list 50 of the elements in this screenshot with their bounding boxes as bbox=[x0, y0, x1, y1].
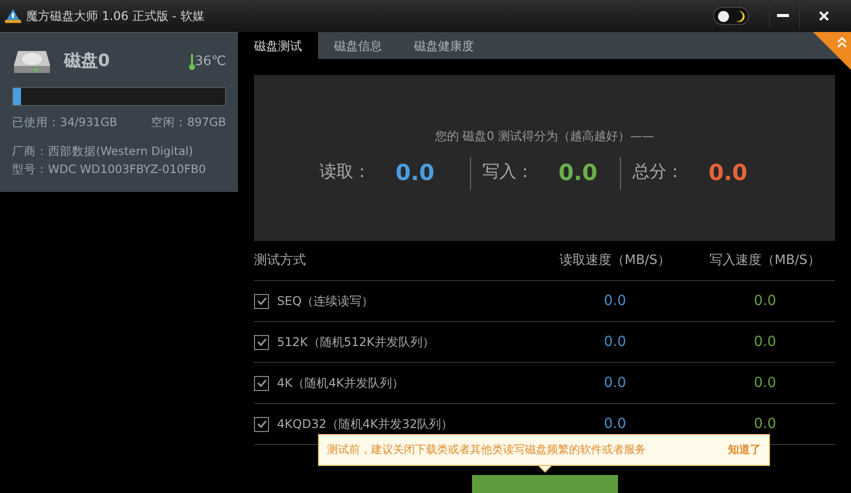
used-space: 已使用：34/931GB bbox=[12, 114, 118, 131]
temperature: 36℃ bbox=[194, 53, 226, 72]
model: 型号：WDC WD1003FBYZ-010FB0 bbox=[12, 160, 207, 178]
write-speed: 0.0 bbox=[752, 332, 778, 352]
tab[interactable]: 磁盘测试 bbox=[238, 32, 318, 59]
tip-message: 测试前，建议关闭下载类或者其他类读写磁盘频繁的软件或者服务 bbox=[327, 442, 646, 458]
check-icon bbox=[256, 379, 266, 387]
column-header: 读取速度（MB/S） bbox=[558, 252, 672, 270]
read-speed: 0.0 bbox=[602, 292, 628, 310]
disk-name: 磁盘0 bbox=[64, 50, 110, 74]
close-icon bbox=[818, 11, 828, 21]
check-icon bbox=[256, 297, 266, 305]
checkbox[interactable] bbox=[254, 376, 269, 390]
check-icon bbox=[256, 338, 266, 346]
test-mode: SEQ（连续读写） bbox=[277, 293, 375, 310]
write-speed: 0.0 bbox=[752, 414, 778, 434]
thermometer-icon bbox=[188, 54, 195, 70]
checkbox[interactable] bbox=[254, 294, 269, 308]
test-mode: 512K（随机512K并发队列） bbox=[277, 334, 436, 351]
tab[interactable]: 磁盘健康度 bbox=[398, 32, 490, 59]
score-label: 写入： bbox=[482, 161, 534, 184]
score-caption: 您的 磁盘0 测试得分为（越高越好）—— bbox=[434, 128, 654, 144]
column-header: 测试方式 bbox=[254, 252, 307, 270]
minimize-icon bbox=[776, 14, 788, 18]
score-label: 读取： bbox=[320, 161, 372, 184]
theme-toggle[interactable] bbox=[713, 7, 749, 25]
app-logo-icon bbox=[4, 8, 22, 24]
write-speed: 0.0 bbox=[752, 374, 778, 392]
write-speed: 0.0 bbox=[752, 292, 778, 310]
collapse-corner-icon bbox=[813, 32, 851, 70]
score-value: 0.0 bbox=[396, 160, 434, 188]
check-icon bbox=[256, 420, 266, 428]
hard-drive-icon bbox=[12, 49, 52, 75]
vendor: 厂商：西部数据(Western Digital) bbox=[12, 143, 194, 160]
window-title: 魔方磁盘大师 1.06 正式版 - 软媒 bbox=[26, 8, 204, 25]
test-mode: 4KQD32（随机4K并发32队列） bbox=[277, 416, 454, 433]
read-speed: 0.0 bbox=[602, 374, 628, 392]
read-speed: 0.0 bbox=[602, 332, 628, 352]
score-value: 0.0 bbox=[708, 160, 748, 188]
tab[interactable]: 磁盘信息 bbox=[318, 32, 398, 59]
free-space: 空闲：897GB bbox=[151, 114, 226, 131]
score-label: 总分： bbox=[632, 161, 684, 184]
checkbox[interactable] bbox=[254, 416, 269, 432]
score-value: 0.0 bbox=[558, 160, 598, 188]
moon-icon bbox=[736, 10, 744, 22]
checkbox[interactable] bbox=[254, 334, 269, 350]
column-header: 写入速度（MB/S） bbox=[708, 252, 822, 270]
test-mode: 4K（随机4K并发队列） bbox=[277, 375, 406, 392]
toggle-knob bbox=[718, 10, 728, 22]
read-speed: 0.0 bbox=[602, 414, 628, 434]
